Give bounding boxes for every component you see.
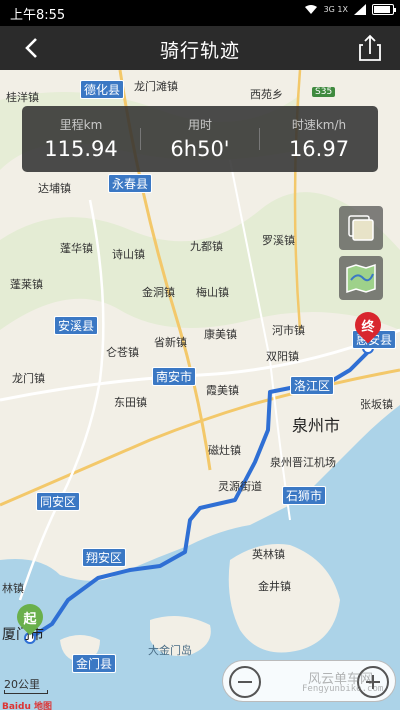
stat-speed: 时速km/h 16.97 <box>260 106 378 172</box>
app-header: 骑行轨迹 <box>0 26 400 70</box>
map-label-shishi: 石狮市 <box>282 486 327 505</box>
map-label-xiangan: 翔安区 <box>82 548 127 567</box>
map-label-guizeng: 桂洋镇 <box>6 91 39 104</box>
map-label-jindong: 金洞镇 <box>142 286 175 299</box>
layers-icon <box>348 215 374 241</box>
map-label-dazhong: 达埔镇 <box>38 182 71 195</box>
map-label-longmen: 龙门镇 <box>12 372 45 385</box>
map-label-airport: 泉州晋江机场 <box>270 456 336 469</box>
page-title: 骑行轨迹 <box>159 40 240 62</box>
start-marker[interactable]: 起 <box>11 598 49 638</box>
map-label-nanan: 南安市 <box>152 367 197 386</box>
map-label-luoxi: 罗溪镇 <box>262 234 295 247</box>
map-label-fenghua: 蓬华镇 <box>60 242 93 255</box>
map-label-shiyang: 诗山镇 <box>112 248 145 261</box>
stat-speed-label: 时速km/h <box>291 118 347 132</box>
map-label-linzhen: 林镇 <box>2 582 24 595</box>
stat-distance-value: 115.94 <box>44 137 118 161</box>
end-marker-label: 终 <box>361 320 375 335</box>
map-label-yinglin: 英林镇 <box>252 548 285 561</box>
watermark-url: Fengyunbike.com <box>302 684 384 694</box>
map-label-meishan: 梅山镇 <box>196 286 229 299</box>
map-type-button[interactable] <box>339 256 383 300</box>
map-label-anxi: 安溪县 <box>54 316 99 335</box>
end-marker[interactable]: 终 <box>349 306 387 346</box>
map-label-jinjing: 金井镇 <box>258 580 291 593</box>
map-label-zhangban: 张坂镇 <box>360 398 393 411</box>
map-icon <box>346 263 376 294</box>
battery-icon <box>372 4 396 15</box>
network-type: 3G 1X <box>323 4 348 14</box>
map-label-s35: S35 <box>312 87 336 97</box>
map-label-quanzhou: 泉州市 <box>292 416 341 435</box>
map-label-shuangyang: 双阳镇 <box>266 350 299 363</box>
map-label-kangmei: 康美镇 <box>204 328 237 341</box>
signal-icon <box>354 4 366 15</box>
map-label-dehua: 德化县 <box>80 80 125 99</box>
map-label-zhelong: 仑苍镇 <box>106 346 139 359</box>
map-label-lingyuan: 灵源街道 <box>218 480 262 493</box>
map-label-xiyuan: 西苑乡 <box>250 88 283 101</box>
zoom-out-button[interactable] <box>229 666 261 698</box>
layers-button[interactable] <box>339 206 383 250</box>
start-marker-label: 起 <box>23 612 37 627</box>
map-label-dajinmen: 大金门岛 <box>148 644 192 657</box>
map-label-longmentan: 龙门滩镇 <box>134 80 178 93</box>
stat-duration: 用时 6h50' <box>141 106 259 172</box>
map-label-cizao: 磁灶镇 <box>208 444 241 457</box>
stat-duration-value: 6h50' <box>170 137 230 161</box>
map-label-shengxin: 省新镇 <box>154 336 187 349</box>
baidu-logo: Baidu 地图 <box>2 702 53 710</box>
status-bar: 上午8:55 3G 1X <box>0 0 400 26</box>
map-label-tongan: 同安区 <box>36 492 81 511</box>
map-label-yongchun: 永春县 <box>108 174 153 193</box>
map-label-heshi: 河市镇 <box>272 324 305 337</box>
map-label-penglai: 蓬莱镇 <box>10 278 43 291</box>
map-scale-bar <box>4 690 48 694</box>
map-label-dongtian: 东田镇 <box>114 396 147 409</box>
ride-stats-panel: 里程km 115.94 用时 6h50' 时速km/h 16.97 <box>22 106 378 172</box>
map-label-kinmen: 金门县 <box>72 654 117 673</box>
map-label-luojiang: 洛江区 <box>290 376 335 395</box>
status-time: 上午8:55 <box>10 8 66 23</box>
status-icons: 3G 1X <box>304 4 396 15</box>
stat-distance: 里程km 115.94 <box>22 106 140 172</box>
stat-speed-value: 16.97 <box>288 137 350 161</box>
share-button[interactable] <box>354 32 386 64</box>
stat-duration-label: 用时 <box>187 118 212 132</box>
map-label-jiudu: 九都镇 <box>190 240 223 253</box>
wifi-icon <box>304 5 317 14</box>
share-icon <box>359 34 381 61</box>
map-label-xiamei: 霞美镇 <box>206 384 239 397</box>
stat-distance-label: 里程km <box>59 118 103 132</box>
